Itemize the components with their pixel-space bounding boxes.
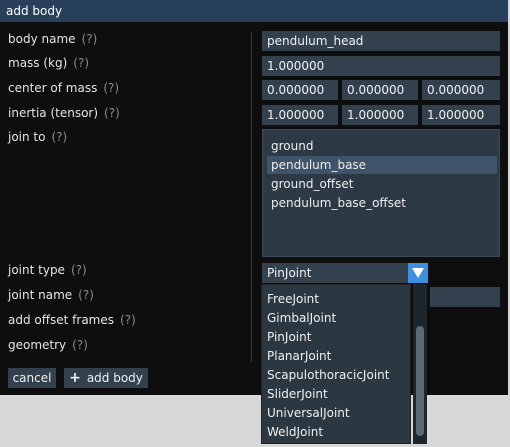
label-text: joint type <box>8 263 65 277</box>
plus-icon: + <box>69 370 81 386</box>
background-area <box>0 395 510 447</box>
cancel-button[interactable]: cancel <box>8 368 56 388</box>
dropdown-option[interactable]: WeldJoint <box>267 423 323 441</box>
label-text: joint name <box>8 288 73 302</box>
label-body-name: body name (?) <box>8 30 97 48</box>
dropdown-option[interactable]: FreeJoint <box>267 290 319 308</box>
label-text: inertia (tensor) <box>8 106 99 120</box>
join-to-listbox[interactable]: ground pendulum_base ground_offset pendu… <box>262 129 500 257</box>
dropdown-option[interactable]: PlanarJoint <box>267 347 331 365</box>
dropdown-arrow-icon[interactable] <box>408 263 428 283</box>
center-of-mass-z-input[interactable]: 0.000000 <box>422 80 500 100</box>
center-of-mass-x-input[interactable]: 0.000000 <box>262 80 338 100</box>
dropdown-option[interactable]: GimbalJoint <box>267 309 336 327</box>
add-body-label: add body <box>86 371 143 385</box>
mass-input[interactable]: 1.000000 <box>262 56 500 76</box>
dropdown-option[interactable]: ScapulothoracicJoint <box>267 366 389 384</box>
add-body-button[interactable]: + add body <box>64 368 148 388</box>
body-name-input[interactable]: pendulum_head <box>262 31 500 51</box>
label-center-of-mass: center of mass (?) <box>8 79 119 97</box>
label-inertia: inertia (tensor) (?) <box>8 104 120 122</box>
inertia-y-input[interactable]: 1.000000 <box>342 105 418 125</box>
help-icon[interactable]: (?) <box>73 56 89 70</box>
column-divider <box>251 32 252 362</box>
joint-type-select[interactable]: PinJoint <box>262 263 428 283</box>
help-icon[interactable]: (?) <box>78 288 94 302</box>
inertia-x-input[interactable]: 1.000000 <box>262 105 338 125</box>
label-join-to: join to (?) <box>8 128 67 146</box>
help-icon[interactable]: (?) <box>120 313 136 327</box>
list-item[interactable]: ground <box>267 137 497 155</box>
help-icon[interactable]: (?) <box>72 338 88 352</box>
joint-name-input[interactable] <box>430 287 500 307</box>
dialog-title: add body <box>0 0 508 22</box>
help-icon[interactable]: (?) <box>71 263 87 277</box>
joint-type-selected: PinJoint <box>267 266 312 280</box>
joint-type-dropdown[interactable]: FreeJoint GimbalJoint PinJoint PlanarJoi… <box>261 284 411 444</box>
center-of-mass-y-input[interactable]: 0.000000 <box>342 80 418 100</box>
label-joint-type: joint type (?) <box>8 261 87 279</box>
help-icon[interactable]: (?) <box>103 81 119 95</box>
label-joint-name: joint name (?) <box>8 286 94 304</box>
list-item[interactable]: ground_offset <box>267 175 497 193</box>
label-text: join to <box>8 130 46 144</box>
inertia-z-input[interactable]: 1.000000 <box>422 105 500 125</box>
label-text: geometry <box>8 338 67 352</box>
list-item-selected[interactable]: pendulum_base <box>267 156 497 174</box>
add-body-dialog: add body body name (?) mass (kg) (?) cente… <box>0 0 508 395</box>
help-icon[interactable]: (?) <box>82 32 98 46</box>
label-add-offset-frames: add offset frames (?) <box>8 311 136 329</box>
label-text: mass (kg) <box>8 56 68 70</box>
help-icon[interactable]: (?) <box>51 130 67 144</box>
label-mass: mass (kg) (?) <box>8 54 89 72</box>
help-icon[interactable]: (?) <box>104 106 120 120</box>
dropdown-option[interactable]: PinJoint <box>267 328 311 346</box>
list-item[interactable]: pendulum_base_offset <box>267 194 497 212</box>
dropdown-option[interactable]: UniversalJoint <box>267 404 350 422</box>
label-text: add offset frames <box>8 313 115 327</box>
label-geometry: geometry (?) <box>8 336 88 354</box>
label-text: body name <box>8 32 76 46</box>
label-text: center of mass <box>8 81 98 95</box>
dropdown-option[interactable]: SliderJoint <box>267 385 328 403</box>
scrollbar-thumb[interactable] <box>416 326 424 436</box>
dropdown-scrollbar[interactable] <box>413 284 427 444</box>
